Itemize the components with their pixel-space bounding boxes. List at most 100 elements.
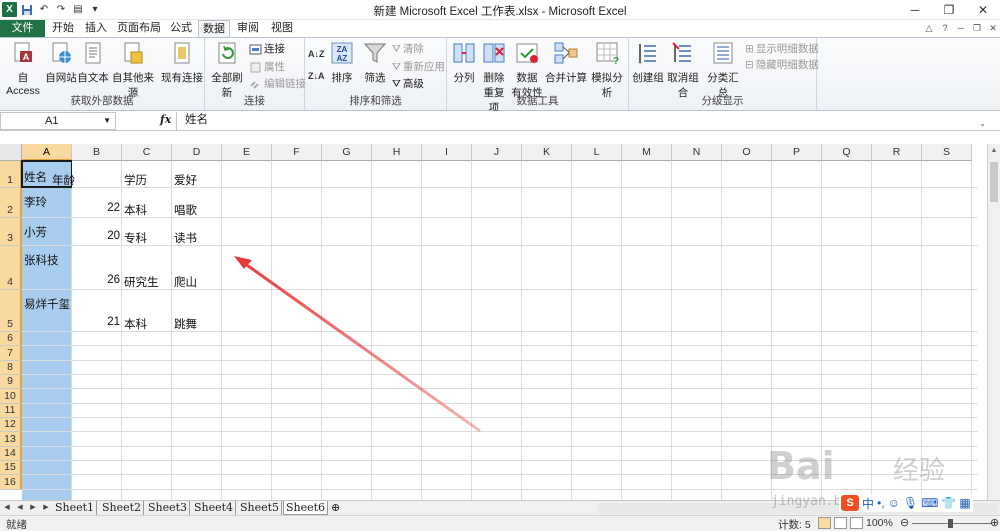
page-break-view-icon[interactable]: [850, 517, 863, 529]
from-text-button[interactable]: 自文本: [77, 40, 109, 85]
watermark-cn: 经验: [893, 455, 946, 485]
tab-insert[interactable]: 插入: [80, 20, 112, 37]
group-connections: 全部刷新 连接 属性 编辑链接 连接: [205, 38, 306, 110]
existing-connections-icon: [174, 42, 190, 64]
ungroup-button[interactable]: 取消组合: [663, 40, 703, 100]
from-other-sources-button[interactable]: 自其他来源: [109, 40, 157, 100]
insert-sheet-icon[interactable]: ⊕: [329, 501, 342, 515]
zoom-slider-knob[interactable]: [948, 519, 953, 528]
group-sort-filter: A↓Z Z↓A ZA AZ 排序 筛选 ⛛ 清除 ⛛ 重新应用 ⛛ 高级 排序和筛…: [305, 38, 447, 110]
properties-button[interactable]: 属性: [249, 59, 285, 75]
collapse-ribbon-icon[interactable]: △: [922, 21, 936, 35]
edit-links-button[interactable]: 编辑链接: [249, 76, 306, 92]
svg-text:AZ: AZ: [337, 54, 348, 63]
data-validation-label-1: 数据: [516, 72, 538, 84]
zoom-in-icon[interactable]: ⊕: [990, 516, 999, 529]
doc-restore-icon[interactable]: ❐: [970, 21, 984, 35]
clear-filter-button[interactable]: ⛛ 清除: [392, 41, 424, 57]
other-sources-icon: [124, 42, 143, 64]
tab-data[interactable]: 数据: [198, 20, 230, 38]
from-web-button[interactable]: 自网站: [44, 40, 78, 85]
hide-detail-button[interactable]: ⊟ 隐藏明细数据: [745, 57, 819, 73]
sheet-tab-5[interactable]: Sheet5: [238, 501, 283, 515]
zoom-level[interactable]: 100%: [866, 517, 893, 529]
subtotal-icon: [713, 42, 733, 64]
doc-close-icon[interactable]: ✕: [986, 21, 1000, 35]
sheet-tab-2[interactable]: Sheet2: [100, 501, 145, 515]
existing-connections-button[interactable]: 现有连接: [160, 40, 204, 85]
group-label-connections: 连接: [244, 95, 265, 107]
tab-formulas[interactable]: 公式: [165, 20, 197, 37]
sort-desc-icon[interactable]: Z↓A: [308, 68, 325, 84]
what-if-analysis-button[interactable]: ? 模拟分析: [587, 40, 627, 100]
group-button[interactable]: + 创建组: [631, 40, 665, 85]
sort-asc-icon[interactable]: A↓Z: [308, 46, 325, 62]
help-icon[interactable]: ?: [938, 21, 952, 35]
prev-sheet-icon[interactable]: ◀: [15, 502, 25, 514]
expand-formula-icon[interactable]: ⌄: [979, 115, 986, 132]
window-controls: ─ ❐ ✕: [898, 0, 1000, 20]
ime-lang-label[interactable]: 中: [862, 495, 874, 512]
svg-text:ZA: ZA: [337, 45, 348, 54]
subtotal-button[interactable]: 分类汇总: [703, 40, 743, 100]
sheet-tab-6[interactable]: Sheet6: [283, 501, 329, 515]
zoom-out-icon[interactable]: ⊖: [900, 516, 909, 529]
reapply-button[interactable]: ⛛ 重新应用: [392, 59, 445, 75]
connections-label: 连接: [264, 43, 285, 55]
tab-page-layout[interactable]: 页面布局: [114, 20, 164, 37]
doc-minimize-icon[interactable]: ─: [954, 21, 968, 35]
edit-links-label: 编辑链接: [264, 78, 306, 90]
sort-button[interactable]: ZA AZ 排序: [325, 40, 359, 85]
tab-file[interactable]: 文件: [0, 20, 45, 37]
ime-skin-icon[interactable]: 👕: [941, 496, 956, 510]
data-validation-button[interactable]: 数据 有效性: [511, 40, 543, 100]
show-detail-button[interactable]: ⊞ 显示明细数据: [745, 41, 819, 57]
sheet-tab-3[interactable]: Sheet3: [146, 501, 191, 515]
ime-menu-icon[interactable]: ▦: [959, 496, 970, 510]
tab-review[interactable]: 审阅: [232, 20, 264, 37]
formula-input[interactable]: 姓名 ⌄: [176, 112, 988, 130]
ribbon-controls: △ ? ─ ❐ ✕: [922, 21, 1000, 35]
sheet-tab-1[interactable]: Sheet1: [53, 501, 98, 515]
from-web-label: 自网站: [45, 72, 77, 84]
sheet-tab-4[interactable]: Sheet4: [192, 501, 237, 515]
connections-button[interactable]: 连接: [249, 41, 285, 57]
insert-function-icon[interactable]: fx: [160, 113, 171, 126]
from-access-button[interactable]: A 自 Access: [2, 40, 44, 97]
next-sheet-icon[interactable]: ▶: [28, 502, 38, 514]
minimize-button[interactable]: ─: [898, 0, 932, 20]
close-button[interactable]: ✕: [966, 0, 1000, 20]
properties-icon: [250, 62, 261, 72]
filter-button[interactable]: 筛选: [360, 40, 390, 85]
advanced-filter-button[interactable]: ⛛ 高级: [392, 76, 424, 92]
ribbon: A 自 Access 自网站 自文本 自其他来源 现有连接 获取外部数据 全部刷…: [0, 37, 1000, 114]
last-sheet-icon[interactable]: ▶: [41, 502, 51, 514]
tab-view[interactable]: 视图: [266, 20, 298, 37]
restore-button[interactable]: ❐: [932, 0, 966, 20]
first-sheet-icon[interactable]: ◀: [2, 502, 12, 514]
scroll-up-icon[interactable]: ▲: [988, 147, 1000, 154]
data-validation-icon: [516, 43, 538, 63]
refresh-all-button[interactable]: 全部刷新: [207, 40, 247, 100]
what-if-icon: ?: [596, 42, 619, 67]
split-columns-icon: [453, 43, 475, 63]
consolidate-button[interactable]: 合并计算: [545, 40, 587, 85]
name-box-dropdown-icon[interactable]: ▼: [103, 113, 111, 129]
ime-mic-icon[interactable]: 🎙: [903, 496, 918, 510]
sogou-ime-icon[interactable]: S: [841, 495, 859, 511]
properties-label: 属性: [264, 61, 285, 73]
normal-view-icon[interactable]: [818, 517, 831, 529]
ime-keyboard-icon[interactable]: ⌨: [921, 496, 938, 510]
name-box[interactable]: A1 ▼: [0, 112, 116, 130]
text-to-columns-button[interactable]: 分列: [449, 40, 479, 85]
status-count: 计数: 5: [778, 519, 811, 531]
scroll-thumb[interactable]: [990, 162, 998, 202]
page-layout-view-icon[interactable]: [834, 517, 847, 529]
ime-punct-icon[interactable]: •,: [877, 496, 885, 510]
existing-connections-label: 现有连接: [161, 72, 203, 84]
status-ready: 就绪: [6, 519, 27, 531]
ime-emoji-icon[interactable]: ☺: [888, 496, 900, 510]
tab-home[interactable]: 开始: [47, 20, 79, 37]
zoom-slider[interactable]: [912, 519, 992, 528]
group-data-tools: 分列 删除 重复项 数据 有效性 合并计算 ? 模拟分析 数据工具: [447, 38, 629, 114]
